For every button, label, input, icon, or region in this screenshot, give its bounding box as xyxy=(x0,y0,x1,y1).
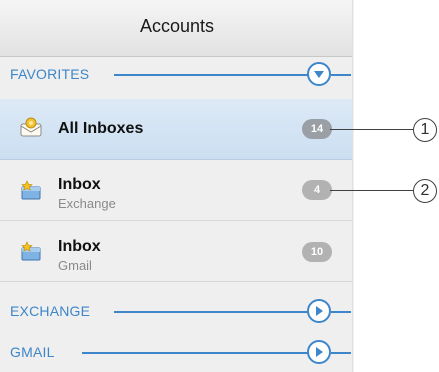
expand-right-icon[interactable] xyxy=(307,340,331,364)
section-label-gmail: GMAIL xyxy=(10,344,55,360)
accounts-header: Accounts xyxy=(0,0,354,57)
favorite-row-inbox-gmail[interactable]: Inbox Gmail 10 xyxy=(0,221,354,282)
unread-count-badge: 10 xyxy=(302,242,332,262)
section-divider xyxy=(114,74,308,76)
section-gmail[interactable]: GMAIL xyxy=(0,335,354,369)
section-divider xyxy=(114,311,308,313)
section-divider-tail xyxy=(331,74,351,76)
section-label-favorites: FAVORITES xyxy=(10,66,90,82)
section-favorites[interactable]: FAVORITES xyxy=(0,57,354,91)
favorite-row-all-inboxes[interactable]: All Inboxes 14 xyxy=(0,99,354,160)
accounts-panel: Accounts FAVORITES All Inboxes 14 Inbox … xyxy=(0,0,354,372)
expand-right-icon[interactable] xyxy=(307,299,331,323)
row-subtitle: Exchange xyxy=(58,196,116,211)
section-label-exchange: EXCHANGE xyxy=(10,303,91,319)
callout-marker-1: 1 xyxy=(413,118,437,142)
inbox-favorite-icon xyxy=(20,179,42,201)
row-title: Inbox xyxy=(58,176,101,193)
callout-leader-2 xyxy=(330,190,414,191)
callout-marker-2: 2 xyxy=(413,179,437,203)
section-divider-tail xyxy=(331,311,351,313)
inbox-favorite-icon xyxy=(20,240,42,262)
section-exchange[interactable]: EXCHANGE xyxy=(0,294,354,328)
unread-count-badge: 14 xyxy=(302,119,332,139)
header-title: Accounts xyxy=(139,16,215,36)
collapse-down-icon[interactable] xyxy=(307,62,331,86)
row-subtitle: Gmail xyxy=(58,258,92,273)
section-divider-tail xyxy=(331,352,351,354)
section-divider xyxy=(82,352,308,354)
unread-count-badge: 4 xyxy=(302,180,332,200)
all-inboxes-icon xyxy=(20,117,42,139)
row-title: All Inboxes xyxy=(58,120,144,137)
row-title: Inbox xyxy=(58,238,101,255)
favorite-row-inbox-exchange[interactable]: Inbox Exchange 4 xyxy=(0,160,354,221)
callout-leader-1 xyxy=(330,129,414,130)
